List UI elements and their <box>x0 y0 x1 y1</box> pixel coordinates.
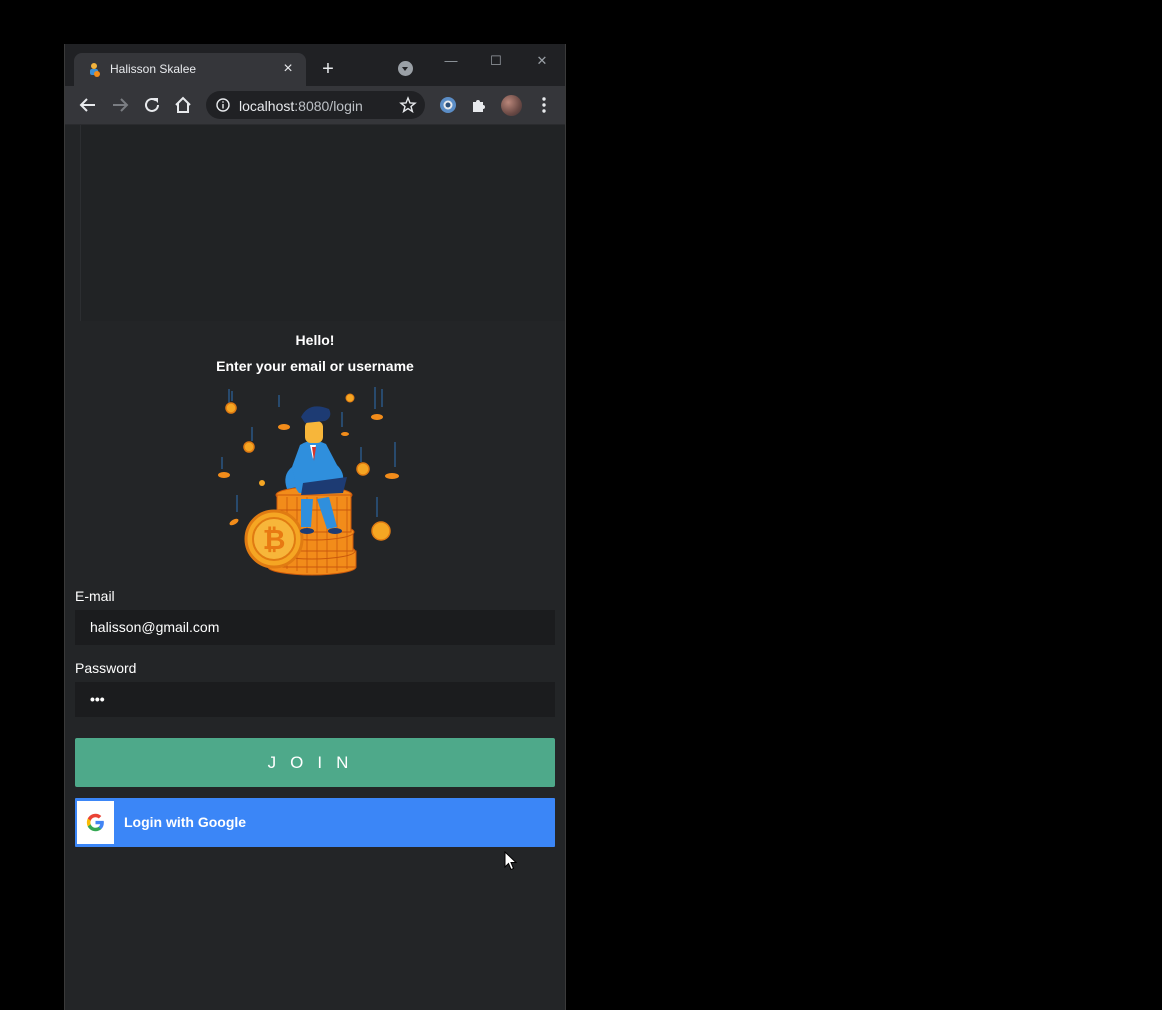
page-content: Hello! Enter your email or username ₿ E-… <box>65 125 565 1010</box>
close-window-button[interactable]: ✕ <box>527 50 557 72</box>
star-icon[interactable] <box>399 96 417 114</box>
google-login-label: Login with Google <box>124 814 247 830</box>
favicon-icon <box>90 63 100 77</box>
back-icon[interactable] <box>77 94 99 116</box>
maximize-button[interactable]: ☐ <box>481 50 511 72</box>
tab-title: Halisson Skalee <box>110 62 197 76</box>
google-logo-box <box>77 801 114 844</box>
browser-window: Halisson Skalee × + — ☐ ✕ localhost:8080… <box>64 44 566 1010</box>
reload-icon[interactable] <box>141 94 163 116</box>
forward-icon[interactable] <box>109 94 131 116</box>
instruction-text: Enter your email or username <box>216 358 414 374</box>
google-login-button[interactable]: Login with Google <box>75 798 555 847</box>
google-logo-icon <box>86 813 104 832</box>
password-field[interactable]: ••• <box>75 682 555 717</box>
url-host: localhost <box>239 98 295 114</box>
title-bar: Halisson Skalee × + — ☐ ✕ <box>65 44 565 86</box>
minimize-button[interactable]: — <box>436 50 466 72</box>
browser-toolbar: localhost:8080/login <box>65 86 565 125</box>
url-text: localhost:8080/login <box>239 98 363 114</box>
password-label: Password <box>75 660 137 676</box>
email-label: E-mail <box>75 588 115 604</box>
greeting-heading: Hello! <box>295 332 335 348</box>
svg-text:₿: ₿ <box>263 524 286 555</box>
browser-tab[interactable]: Halisson Skalee × <box>74 53 306 86</box>
url-path: :8080/login <box>294 98 363 114</box>
tab-close-button[interactable]: × <box>278 59 298 79</box>
email-field[interactable]: halisson@gmail.com <box>75 610 555 645</box>
bitcoin-illustration: ₿ <box>218 387 399 576</box>
menu-icon[interactable] <box>538 96 550 114</box>
banner-area <box>80 125 565 321</box>
join-button[interactable]: JOIN <box>75 738 555 787</box>
tab-search-icon[interactable] <box>398 61 413 76</box>
info-icon[interactable] <box>216 98 230 112</box>
puzzle-icon[interactable] <box>470 96 488 114</box>
mouse-cursor-icon <box>504 851 518 871</box>
home-icon[interactable] <box>172 94 194 116</box>
new-tab-button[interactable]: + <box>317 58 339 80</box>
extension-icon[interactable] <box>439 96 457 114</box>
avatar[interactable] <box>501 95 522 116</box>
address-bar[interactable]: localhost:8080/login <box>206 91 425 119</box>
